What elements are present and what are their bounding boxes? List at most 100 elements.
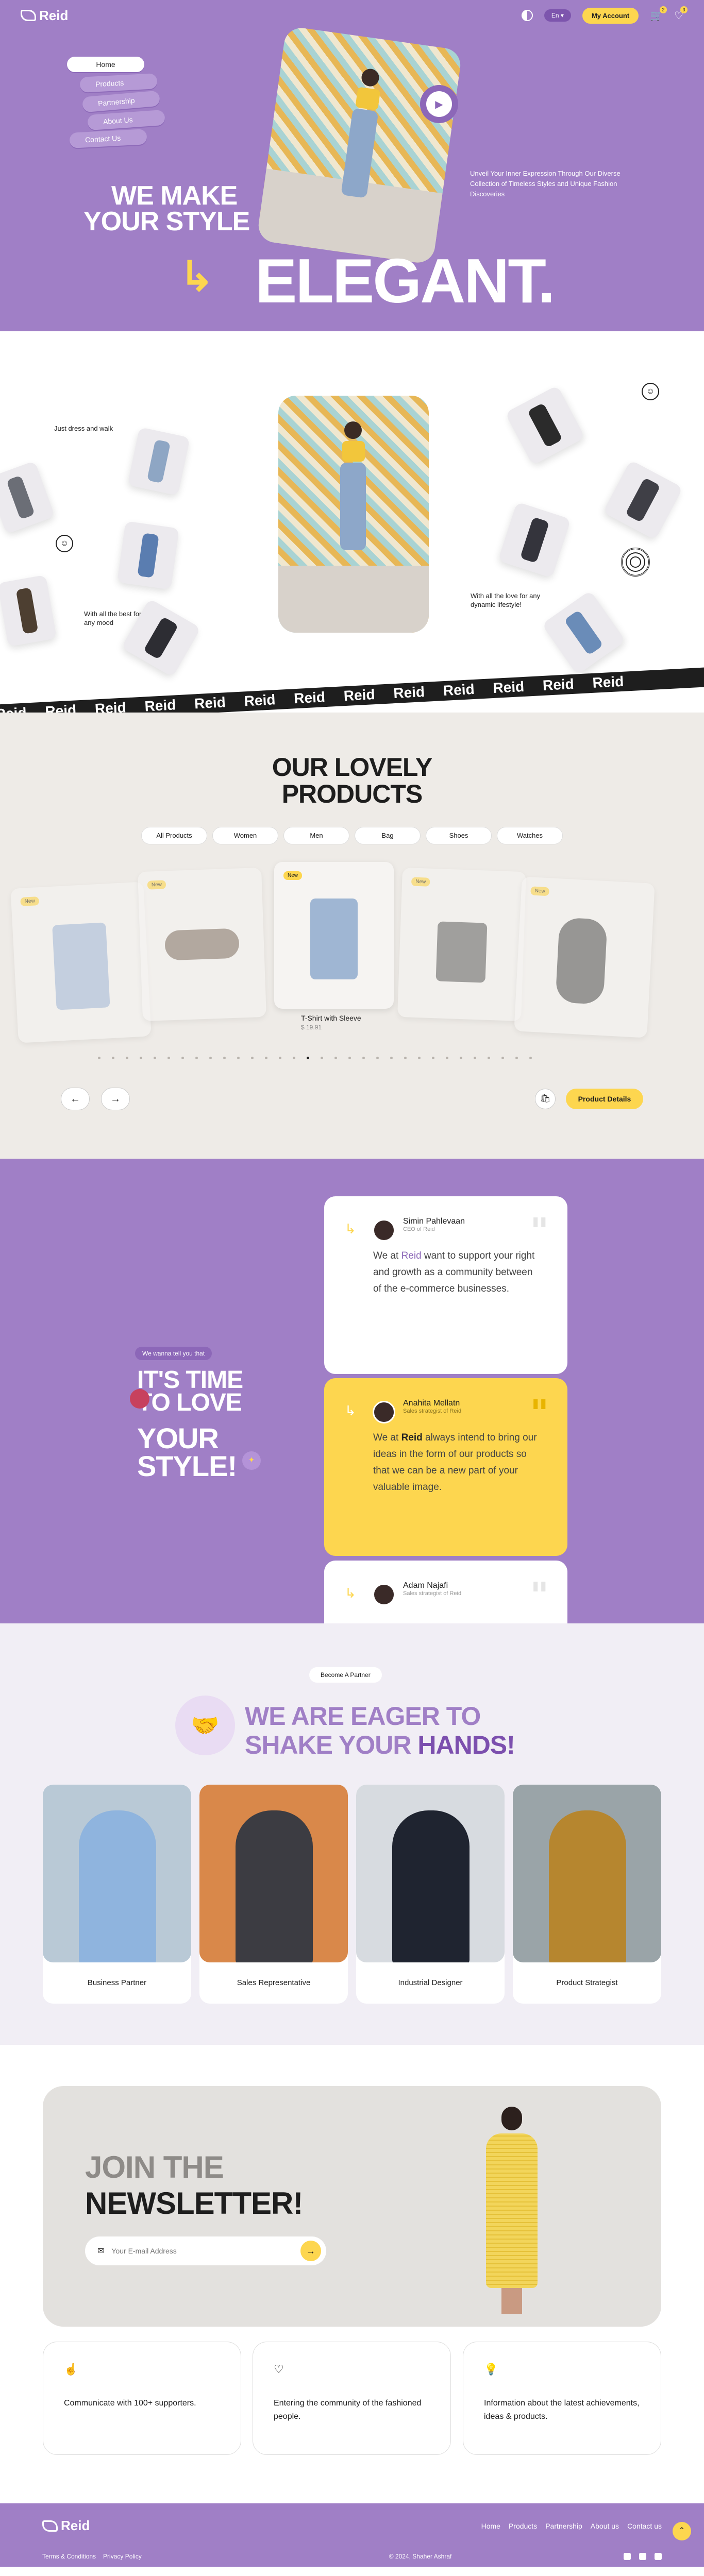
scroll-to-top-button[interactable]: ⌃: [673, 2522, 691, 2540]
carousel-dot[interactable]: [126, 1057, 128, 1059]
twitter-icon[interactable]: [624, 2553, 631, 2560]
filter-all-products[interactable]: All Products: [141, 827, 207, 844]
partner-card[interactable]: Industrial Designer: [356, 1785, 505, 2004]
carousel-dot[interactable]: [237, 1057, 240, 1059]
lifestyle-text-3: With all the love for any dynamic lifest…: [471, 592, 541, 608]
marquee-item: Reid: [343, 686, 376, 704]
filter-shoes[interactable]: Shoes: [426, 827, 492, 844]
youtube-icon[interactable]: [655, 2553, 662, 2560]
carousel-dot-active[interactable]: [307, 1057, 309, 1059]
partner-label: Product Strategist: [556, 1978, 618, 1987]
model-figure: [481, 2107, 543, 2323]
testimonial-card: ↳ Anahita Mellatn Sales strategist of Re…: [324, 1378, 567, 1556]
product-thumb: [602, 460, 683, 540]
email-field[interactable]: [111, 2247, 293, 2255]
product-thumb: [117, 521, 179, 590]
carousel-dot[interactable]: [112, 1057, 114, 1059]
carousel-dot[interactable]: [251, 1057, 254, 1059]
footer-link-products[interactable]: Products: [509, 2522, 537, 2530]
carousel-dot[interactable]: [501, 1057, 504, 1059]
prev-arrow-button[interactable]: ←: [61, 1088, 90, 1110]
testimonial-text: We at Reid want to support your right an…: [373, 1250, 535, 1294]
shopping-bag-icon[interactable]: 🛍: [535, 1089, 556, 1109]
testimonial-name: Simin Pahlevaan: [403, 1217, 465, 1226]
nav-products[interactable]: Products: [79, 73, 158, 93]
cart-icon[interactable]: 🛒 2: [650, 6, 667, 22]
partner-card[interactable]: Sales Representative: [199, 1785, 348, 2004]
carousel-dot[interactable]: [446, 1057, 448, 1059]
carousel-dot[interactable]: [140, 1057, 142, 1059]
testimonials-tag: We wanna tell you that: [135, 1347, 212, 1360]
carousel-dot[interactable]: [195, 1057, 198, 1059]
play-icon: ▶: [426, 91, 452, 117]
partner-card[interactable]: Business Partner: [43, 1785, 191, 2004]
carousel-dot[interactable]: [154, 1057, 156, 1059]
carousel-dot[interactable]: [418, 1057, 421, 1059]
product-details-button[interactable]: Product Details: [566, 1089, 643, 1109]
newsletter-form: ✉ →: [85, 2236, 326, 2265]
product-card[interactable]: New: [10, 882, 152, 1043]
carousel-dot[interactable]: [334, 1057, 337, 1059]
nav-contact-us[interactable]: Contact Us: [69, 129, 147, 148]
product-card-active[interactable]: New: [274, 862, 394, 1009]
carousel-dot[interactable]: [98, 1057, 100, 1059]
language-select[interactable]: En ▾: [544, 9, 571, 22]
product-card[interactable]: New: [138, 867, 266, 1022]
newsletter-section: JOIN THE NEWSLETTER! ✉ → ☝ Communicate w…: [0, 2045, 704, 2503]
nav-home[interactable]: Home: [67, 57, 144, 72]
carousel-dot[interactable]: [404, 1057, 407, 1059]
instagram-icon[interactable]: [639, 2553, 646, 2560]
heart-icon[interactable]: ♡ 3: [674, 6, 688, 22]
terms-link[interactable]: Terms & Conditions: [42, 2553, 96, 2560]
carousel-dot[interactable]: [293, 1057, 295, 1059]
carousel-dot[interactable]: [515, 1057, 518, 1059]
carousel-dot[interactable]: [348, 1057, 351, 1059]
carousel-dot[interactable]: [529, 1057, 532, 1059]
my-account-button[interactable]: My Account: [582, 7, 639, 24]
carousel-dot[interactable]: [223, 1057, 226, 1059]
filter-women[interactable]: Women: [212, 827, 278, 844]
theme-toggle-icon[interactable]: [521, 10, 533, 21]
filter-watches[interactable]: Watches: [497, 827, 563, 844]
partner-card[interactable]: Product Strategist: [513, 1785, 661, 2004]
carousel-dot[interactable]: [265, 1057, 267, 1059]
footer-link-home[interactable]: Home: [481, 2522, 500, 2530]
become-partner-tag[interactable]: Become A Partner: [309, 1667, 382, 1683]
nav-partnership[interactable]: Partnership: [81, 90, 161, 113]
partners-section: Become A Partner 🤝 WE ARE EAGER TO SHAKE…: [0, 1623, 704, 2045]
testimonial-name: Adam Najafi: [403, 1581, 448, 1590]
carousel-dot[interactable]: [390, 1057, 393, 1059]
carousel-dot[interactable]: [279, 1057, 281, 1059]
footer-link-partnership[interactable]: Partnership: [545, 2522, 582, 2530]
carousel-dot[interactable]: [474, 1057, 476, 1059]
carousel-dot[interactable]: [167, 1057, 170, 1059]
carousel-dot[interactable]: [488, 1057, 490, 1059]
new-badge: New: [411, 877, 430, 887]
next-arrow-button[interactable]: →: [101, 1088, 130, 1110]
privacy-link[interactable]: Privacy Policy: [103, 2553, 142, 2560]
subscribe-arrow-button[interactable]: →: [300, 2241, 321, 2261]
products-section: OUR LOVELY PRODUCTS All Products Women Me…: [0, 713, 704, 1159]
play-video-button[interactable]: ▶: [420, 85, 458, 123]
filter-men[interactable]: Men: [283, 827, 349, 844]
carousel-dot[interactable]: [181, 1057, 184, 1059]
carousel-dot[interactable]: [321, 1057, 323, 1059]
carousel-dot[interactable]: [362, 1057, 365, 1059]
carousel-dot[interactable]: [209, 1057, 212, 1059]
carousel-dot[interactable]: [460, 1057, 462, 1059]
filter-bag[interactable]: Bag: [355, 827, 421, 844]
footer-link-contact[interactable]: Contact us: [627, 2522, 662, 2530]
product-price: $ 19.91: [301, 1024, 322, 1031]
carousel-dot[interactable]: [376, 1057, 379, 1059]
product-card[interactable]: New: [397, 867, 526, 1022]
hero-big-word: ELEGANT.: [255, 246, 555, 316]
footer-logo[interactable]: Reid: [42, 2518, 90, 2534]
footer-link-about[interactable]: About us: [591, 2522, 619, 2530]
feature-text: Information about the latest achievement…: [484, 2399, 640, 2421]
heart-icon: ♡: [274, 2363, 284, 2376]
brand-logo[interactable]: Reid: [21, 8, 68, 24]
cart-count-badge: 2: [660, 6, 667, 13]
product-card[interactable]: New: [514, 876, 655, 1038]
carousel-dot[interactable]: [432, 1057, 434, 1059]
nav-about-us[interactable]: About Us: [87, 109, 165, 131]
